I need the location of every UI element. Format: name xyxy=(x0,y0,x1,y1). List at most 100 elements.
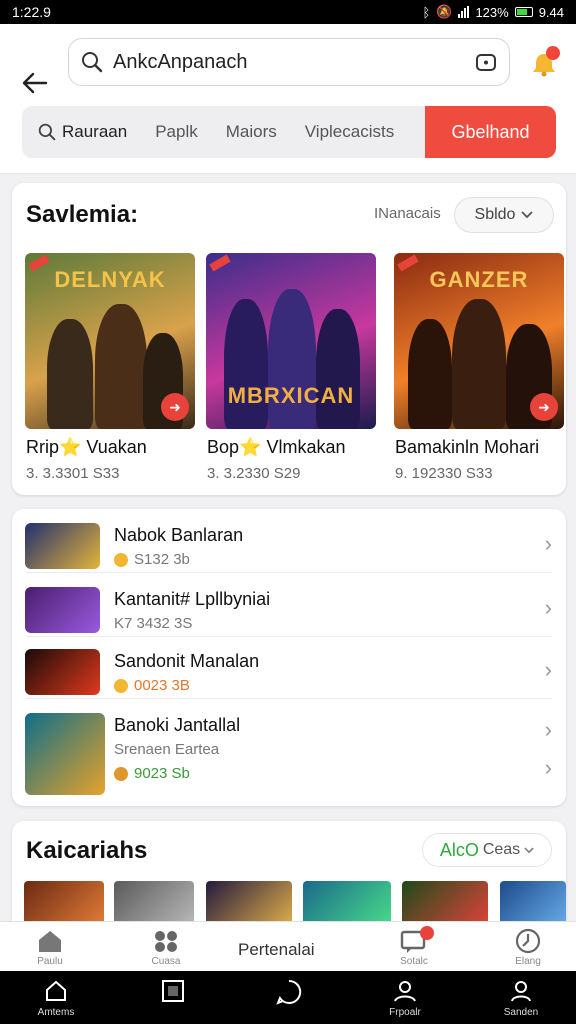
game-name[interactable]: Rrip⭐ Vuakan xyxy=(26,437,147,458)
game-name[interactable]: Bop⭐ Vlmkakan xyxy=(207,437,345,458)
list-item-meta: Srenaen Eartea xyxy=(114,741,219,758)
section-subtitle: INanacais xyxy=(374,205,441,222)
nav-profile[interactable]: Frpoalr xyxy=(370,979,440,1024)
home-icon xyxy=(46,980,66,1001)
bottom-tab-bar: Paulu Cuasa Pertenalai Sotalc Elang xyxy=(0,921,576,971)
gamepad-icon xyxy=(155,931,177,952)
tab-label: Cuasa xyxy=(151,956,181,967)
chevron-right-icon: › xyxy=(544,531,552,556)
pill-accent: AlcO xyxy=(439,839,479,860)
character-figure xyxy=(224,299,268,429)
list-item-stat: 9023 Sb xyxy=(134,765,190,782)
game-tile[interactable]: MBRXICAN xyxy=(206,253,376,429)
filter-bar: Rauraan Paplk Maiors Viplecacists Gbelha… xyxy=(22,106,556,158)
categories-dropdown[interactable]: AlcO Ceas xyxy=(422,833,552,867)
sort-dropdown[interactable]: Sbldo xyxy=(454,197,554,233)
list-item-stat: S132 3b xyxy=(134,551,190,568)
section-title: Kaicariahs xyxy=(26,837,148,864)
list-item[interactable]: Nabok Banlaran S132 3b › xyxy=(12,511,566,573)
nav-home[interactable]: Amtems xyxy=(21,979,91,1024)
tab-center-label[interactable]: Pertenalai xyxy=(238,940,315,960)
game-thumbnail xyxy=(25,713,105,795)
filter-chip[interactable]: Maiors xyxy=(212,106,291,158)
sort-label: Sbldo xyxy=(474,206,516,223)
nav-account[interactable]: Sanden xyxy=(486,979,556,1024)
list-item[interactable]: Banoki Jantallal Srenaen Eartea 9023 Sb … xyxy=(12,701,566,801)
status-icons: ᛒ 🔕 123% 9.44 xyxy=(422,4,564,20)
tile-art-title: MBRXICAN xyxy=(227,383,355,408)
filter-label: Paplk xyxy=(155,122,198,141)
divider xyxy=(26,572,552,573)
game-tile[interactable]: GANZER ➜ xyxy=(394,253,564,429)
tab-label: Elang xyxy=(515,956,541,967)
search-input[interactable]: AnkcAnpanach xyxy=(68,38,510,86)
list-item-stat: 0023 3B xyxy=(134,677,190,694)
filter-chip[interactable]: Rauraan xyxy=(22,106,141,158)
list-item[interactable]: Sandonit Manalan 0023 3B › xyxy=(12,637,566,699)
person-icon xyxy=(511,981,531,1002)
signal-icon xyxy=(458,6,470,18)
play-icon[interactable]: ➜ xyxy=(530,393,558,421)
tab-home[interactable]: Paulu xyxy=(20,928,80,972)
tile-art-title: GANZER xyxy=(429,267,529,292)
coin-icon xyxy=(114,552,128,567)
divider xyxy=(26,698,552,699)
nav-label: Amtems xyxy=(37,1007,75,1018)
chevron-down-icon xyxy=(524,846,534,853)
game-tile[interactable]: DELNYAK ➜ xyxy=(25,253,195,429)
list-item[interactable]: Kantanit# Lpllbyniai K7 3432 3S › xyxy=(12,575,566,637)
tab-label: Paulu xyxy=(37,956,63,967)
character-figure xyxy=(95,304,147,429)
game-thumbnail xyxy=(25,649,100,695)
corner-ribbon xyxy=(209,254,231,272)
game-name[interactable]: Bamakinln Mohari xyxy=(395,437,539,458)
character-figure xyxy=(316,309,360,429)
mute-icon: 🔕 xyxy=(436,4,453,19)
nav-label: Frpoalr xyxy=(389,1007,421,1018)
game-thumbnail xyxy=(25,587,100,633)
filter-chip[interactable]: Viplecacists xyxy=(291,106,408,158)
coin-icon xyxy=(114,678,128,693)
filter-label: Viplecacists xyxy=(304,122,395,141)
list-item-meta: K7 3432 3S xyxy=(114,615,192,632)
list-item-meta: 9023 Sb xyxy=(114,765,190,782)
square-icon xyxy=(162,980,184,1002)
battery-icon xyxy=(514,7,533,17)
tile-art-title: DELNYAK xyxy=(54,267,166,292)
tab-badge xyxy=(420,926,434,940)
back-button[interactable] xyxy=(18,66,52,100)
status-bar: 1:22.9 ᛒ 🔕 123% 9.44 xyxy=(0,0,576,24)
bluetooth-icon: ᛒ xyxy=(422,4,431,20)
list-item-title: Nabok Banlaran xyxy=(114,525,244,545)
search-value: AnkcAnpanach xyxy=(113,50,248,73)
game-meta: 3. 3.2330 S29 xyxy=(207,465,301,482)
tab-social[interactable]: Sotalc xyxy=(384,926,444,972)
tab-games[interactable]: Cuasa xyxy=(136,928,196,972)
tab-clock[interactable]: Elang xyxy=(498,928,558,972)
list-item-title: Banoki Jantallal xyxy=(114,715,241,735)
nav-circle[interactable] xyxy=(254,979,324,1024)
notification-button[interactable] xyxy=(526,46,562,82)
nav-square[interactable] xyxy=(138,979,208,1024)
chevron-right-icon: › xyxy=(544,717,552,742)
featured-section: Savlemia: INanacais Sbldo DELNYAK ➜ MBRX… xyxy=(12,183,566,495)
character-figure xyxy=(452,299,506,429)
chevron-right-icon: › xyxy=(544,755,552,780)
back-arrow-icon xyxy=(22,72,48,94)
game-meta: 3. 3.3301 S33 xyxy=(26,465,120,482)
clock-icon xyxy=(515,928,541,954)
filter-chip[interactable]: Paplk xyxy=(141,106,212,158)
status-clock: 9.44 xyxy=(538,4,564,20)
list-item-title: Sandonit Manalan xyxy=(114,651,260,671)
primary-cta-button[interactable]: Gbelhand xyxy=(425,106,556,158)
game-list: Nabok Banlaran S132 3b › Kantanit# Lpllb… xyxy=(12,509,566,806)
camera-icon[interactable] xyxy=(475,51,497,73)
tab-label: Sotalc xyxy=(400,956,428,967)
play-icon[interactable]: ➜ xyxy=(161,393,189,421)
notification-badge xyxy=(546,46,560,60)
nav-label: Sanden xyxy=(503,1007,539,1018)
coin-icon xyxy=(114,766,128,781)
chevron-right-icon: › xyxy=(544,595,552,620)
game-thumbnail xyxy=(25,523,100,569)
list-item-meta: 0023 3B xyxy=(114,677,190,694)
